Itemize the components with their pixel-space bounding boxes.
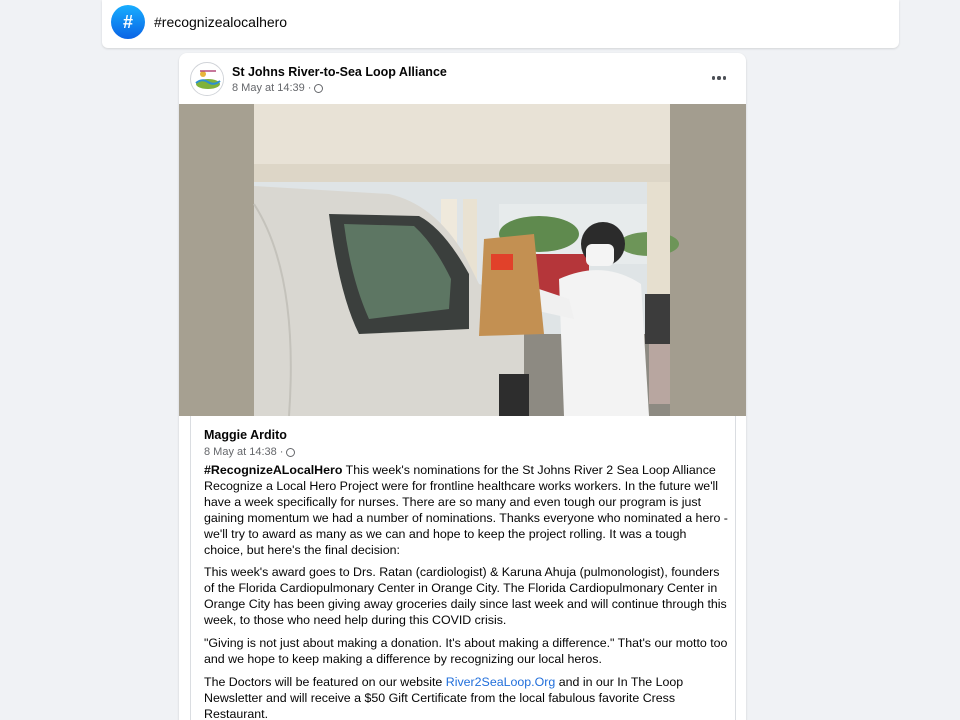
hashtag-title[interactable]: #recognizealocalhero [154,14,287,30]
website-link[interactable]: River2SeaLoop.Org [446,675,556,689]
shared-meta: 8 May at 14:38 · [204,446,296,458]
paragraph-1: #RecognizeALocalHero This week's nominat… [204,463,729,558]
meta-separator: · [307,82,312,94]
post-header: St Johns River-to-Sea Loop Alliance 8 Ma… [179,53,746,104]
paragraph-3: "Giving is not just about making a donat… [204,636,728,666]
paragraph-4-text-before: The Doctors will be featured on our webs… [204,674,446,689]
post-meta: 8 May at 14:39 · [232,82,324,94]
page-name[interactable]: St Johns River-to-Sea Loop Alliance [232,65,447,79]
paragraph-4: The Doctors will be featured on our webs… [204,675,729,720]
hashtag-header: # #recognizealocalhero [102,0,899,48]
paragraph-2: This week's award goes to Drs. Ratan (ca… [204,565,727,628]
page-avatar[interactable] [190,62,224,96]
shared-post-body: #RecognizeALocalHero This week's nominat… [204,463,729,720]
post-timestamp[interactable]: 8 May at 14:39 [232,82,305,94]
shared-post: Maggie Ardito 8 May at 14:38 · #Recogniz… [190,416,736,720]
feed-post: St Johns River-to-Sea Loop Alliance 8 Ma… [179,53,746,720]
shared-author-name[interactable]: Maggie Ardito [204,428,287,442]
hashtag-icon: # [111,5,145,39]
post-photo[interactable] [179,104,746,416]
hashtag-link[interactable]: #RecognizeALocalHero [204,463,342,477]
paragraph-1-text: This week's nominations for the St Johns… [204,463,728,557]
globe-icon [314,83,324,93]
shared-timestamp[interactable]: 8 May at 14:38 [204,446,277,458]
more-options-icon[interactable] [708,67,730,89]
globe-icon [286,447,296,457]
meta-separator: · [279,446,284,458]
